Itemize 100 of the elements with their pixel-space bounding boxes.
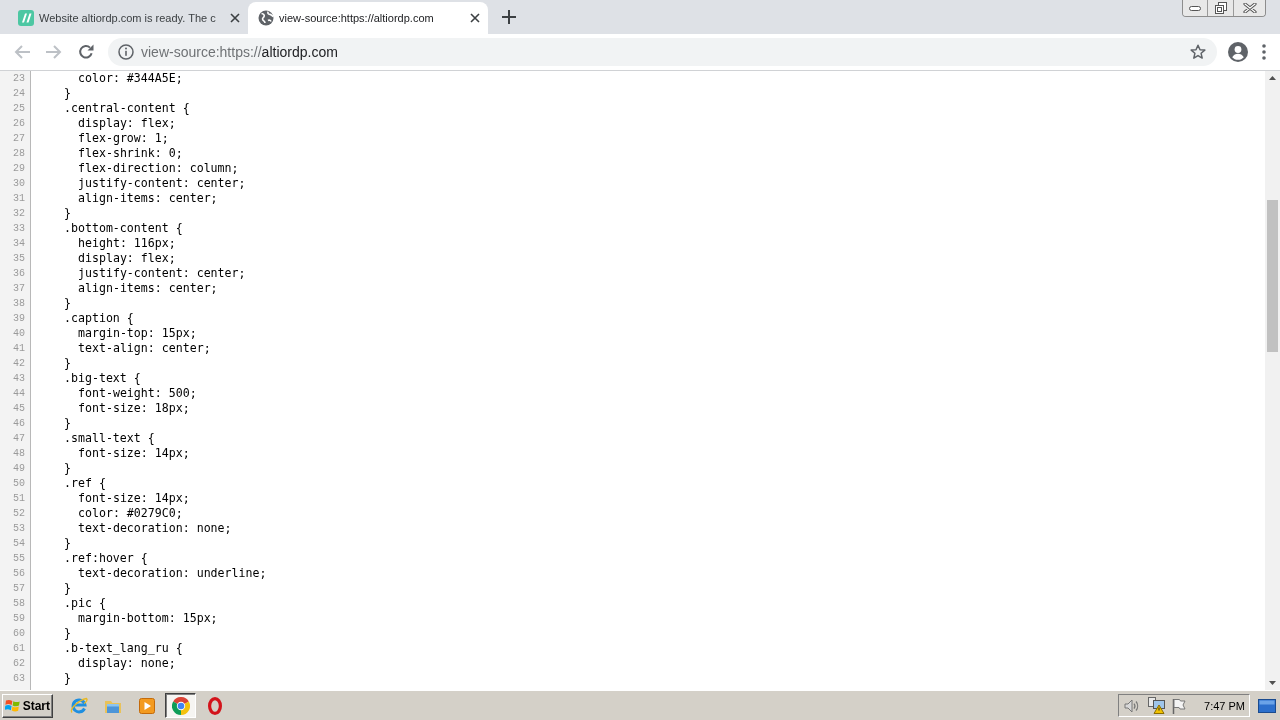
avatar-icon[interactable] [1228,42,1248,62]
code-line: color: #0279C0; [78,506,183,521]
line-number: 23 [13,72,25,86]
line-number: 24 [13,87,25,101]
line-number: 34 [13,237,25,251]
line-number: 31 [13,192,25,206]
line-number: 39 [13,312,25,326]
flag-icon[interactable] [1172,697,1187,714]
code-line: .central-content { [64,101,190,116]
code-line: .pic { [64,596,106,611]
close-icon[interactable] [470,13,480,23]
code-line: display: flex; [78,116,176,131]
code-line: flex-grow: 1; [78,131,169,146]
minimize-button[interactable] [1183,0,1207,16]
line-number: 29 [13,162,25,176]
line-number: 32 [13,207,25,221]
plus-icon[interactable] [502,10,516,24]
line-number: 43 [13,372,25,386]
line-number: 52 [13,507,25,521]
e-logo-icon [69,696,88,715]
code-line: font-size: 14px; [78,446,190,461]
line-number: 40 [13,327,25,341]
code-line: .ref { [64,476,106,491]
right-arrow-icon [46,45,62,59]
code-line: } [64,356,71,371]
code-line: align-items: center; [78,191,218,206]
line-number: 36 [13,267,25,281]
code-line: } [64,671,71,686]
line-number: 58 [13,597,25,611]
line-number: 25 [13,102,25,116]
line-number: 56 [13,567,25,581]
code-line: flex-shrink: 0; [78,146,183,161]
four-color-flag-icon [5,698,21,713]
star-icon[interactable] [1190,44,1206,60]
line-number: 38 [13,297,25,311]
code-line: font-size: 14px; [78,491,190,506]
line-number: 47 [13,432,25,446]
code-line: .caption { [64,311,134,326]
reload-icon [78,44,94,60]
restore-button[interactable] [1207,0,1233,16]
scrollbar[interactable] [1265,71,1280,690]
line-number: 51 [13,492,25,506]
line-number: 48 [13,447,25,461]
code-line: } [64,86,71,101]
close-button[interactable] [1233,0,1265,16]
code-line: margin-top: 15px; [78,326,197,341]
code-line: .big-text { [64,371,141,386]
close-icon [1242,3,1257,13]
code-line: text-align: center; [78,341,211,356]
code-line: } [64,461,71,476]
close-icon[interactable] [230,13,240,23]
scrollbar-thumb[interactable] [1267,200,1278,352]
start-button[interactable]: Start [2,693,53,718]
oval-ring-icon [207,696,222,715]
line-number: 41 [13,342,25,356]
line-number: 54 [13,537,25,551]
line-number: 55 [13,552,25,566]
line-number: 28 [13,147,25,161]
url-text: view-source:https://altiordp.com [141,44,338,60]
code-line: } [64,206,71,221]
address-bar[interactable]: view-source:https://altiordp.com [108,38,1217,66]
line-number: 46 [13,417,25,431]
line-number: 35 [13,252,25,266]
line-number: 30 [13,177,25,191]
code-line: .small-text { [64,431,155,446]
network-warning-icon[interactable] [1148,697,1167,714]
code-line: } [64,581,71,596]
line-number: 37 [13,282,25,296]
line-number: 44 [13,387,25,401]
menu-icon[interactable] [1262,44,1266,60]
code-line: display: flex; [78,251,176,266]
scroll-up-arrow-icon[interactable] [1269,76,1276,80]
taskbar-button[interactable] [165,693,196,718]
line-number: 26 [13,117,25,131]
browser-tab[interactable]: Website altiordp.com is ready. The c [8,2,248,34]
code-line: justify-content: center; [78,176,246,191]
line-number: 27 [13,132,25,146]
line-number: 42 [13,357,25,371]
code-line: } [64,416,71,431]
code-line: } [64,296,71,311]
code-line: text-decoration: none; [78,521,232,536]
code-line: display: none; [78,656,176,671]
line-number: 45 [13,402,25,416]
code-line: text-decoration: underline; [78,566,267,581]
code-line: justify-content: center; [78,266,246,281]
play-icon [138,697,155,714]
restore-icon [1214,2,1227,14]
line-number: 59 [13,612,25,626]
browser-tab[interactable]: view-source:https://altiordp.com [248,2,488,34]
line-number: 50 [13,477,25,491]
show-desktop-icon[interactable] [1258,698,1276,713]
scroll-down-arrow-icon[interactable] [1269,681,1276,685]
code-line: flex-direction: column; [78,161,239,176]
code-line: height: 116px; [78,236,176,251]
minimize-icon [1189,5,1201,11]
line-number: 33 [13,222,25,236]
clock[interactable]: 7:47 PM [1204,699,1245,712]
code-line: .ref:hover { [64,551,148,566]
speaker-icon[interactable] [1124,698,1141,713]
round-logo-icon [171,696,190,715]
